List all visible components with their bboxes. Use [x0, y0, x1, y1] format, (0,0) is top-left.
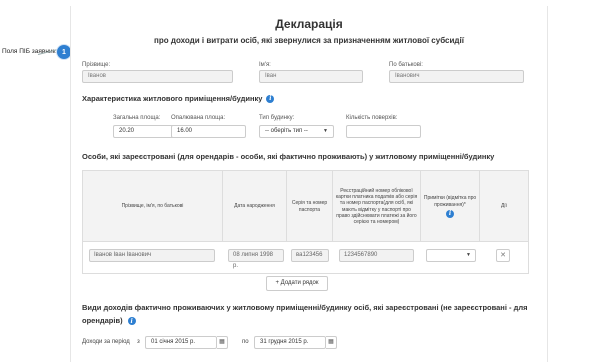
- info-icon[interactable]: i: [266, 94, 275, 103]
- surname-label: Прізвище:: [82, 62, 111, 68]
- calendar-icon[interactable]: ▦: [217, 336, 228, 349]
- table-header: Прізвище, ім'я, по батькові Дата народже…: [83, 171, 528, 242]
- floors-label: Кількість поверхів:: [346, 115, 398, 121]
- row-birth-date-field[interactable]: 08 липня 1998 р.: [228, 249, 284, 269]
- period-from-label: з: [137, 339, 140, 345]
- info-icon[interactable]: i: [127, 317, 136, 326]
- surname-field[interactable]: Іванов: [82, 70, 233, 83]
- income-heading-text: Види доходів фактично проживаючих у житл…: [82, 303, 528, 325]
- row-note-select[interactable]: ▼: [426, 249, 476, 262]
- row-tax-number-field[interactable]: 1234567890: [339, 249, 414, 262]
- floors-field[interactable]: [346, 125, 421, 138]
- info-icon[interactable]: i: [446, 209, 454, 218]
- patronymic-field[interactable]: Іванович: [389, 70, 524, 83]
- row-passport-field[interactable]: ва123456: [291, 249, 329, 262]
- period-label: Доходи за період: [82, 339, 130, 345]
- page-title: Декларація: [275, 17, 343, 31]
- col-notes: Примітки (відмітка про проживання)* i: [421, 171, 480, 242]
- col-actions: Дії: [501, 203, 507, 210]
- delete-row-button[interactable]: ✕: [496, 249, 510, 262]
- housing-heading: Характеристика житлового приміщення/буди…: [82, 94, 275, 103]
- persons-table: Прізвище, ім'я, по батькові Дата народже…: [82, 170, 529, 274]
- total-area-label: Загальна площа:: [113, 115, 161, 121]
- period-to-label: по: [242, 339, 249, 345]
- caret-down-icon: ▼: [323, 128, 328, 134]
- building-type-value: -- оберіть тип --: [265, 128, 308, 134]
- declaration-form: Декларація про доходи і витрати осіб, як…: [70, 6, 548, 362]
- add-row-button[interactable]: + Додати рядок: [266, 276, 328, 291]
- building-type-select[interactable]: -- оберіть тип -- ▼: [259, 125, 334, 138]
- patronymic-label: По батькові:: [389, 62, 423, 68]
- heated-area-label: Опалювана площа:: [171, 115, 226, 121]
- housing-heading-text: Характеристика житлового приміщення/буди…: [82, 94, 263, 103]
- col-passport: Серія та номер паспорта: [287, 171, 333, 242]
- name-label: Ім'я:: [259, 62, 271, 68]
- calendar-icon[interactable]: ▦: [326, 336, 337, 349]
- col-full-name: Прізвище, ім'я, по батькові: [83, 171, 223, 242]
- col-birth-date: Дата народження: [223, 171, 287, 242]
- name-field[interactable]: Іван: [259, 70, 363, 83]
- period-to-field[interactable]: 31 грудня 2015 р.: [254, 336, 326, 349]
- row-full-name-field[interactable]: Іванов Іван Іванович: [89, 249, 215, 262]
- callout-number-badge: 1: [57, 45, 71, 59]
- col-notes-label: Примітки (відмітка про проживання)*: [423, 195, 477, 208]
- caret-down-icon: ▼: [466, 252, 471, 258]
- persons-heading: Особи, які зареєстровані (для орендарів …: [82, 152, 495, 161]
- period-from-field[interactable]: 01 січня 2015 р.: [145, 336, 217, 349]
- page-subtitle: про доходи і витрати осіб, які звернулис…: [154, 36, 464, 45]
- heated-area-field[interactable]: 16.00: [171, 125, 246, 138]
- building-type-label: Тип будинку:: [259, 115, 295, 121]
- col-tax-number: Реєстраційний номер облікової картки пла…: [333, 171, 421, 242]
- income-heading: Види доходів фактично проживаючих у житл…: [82, 301, 532, 327]
